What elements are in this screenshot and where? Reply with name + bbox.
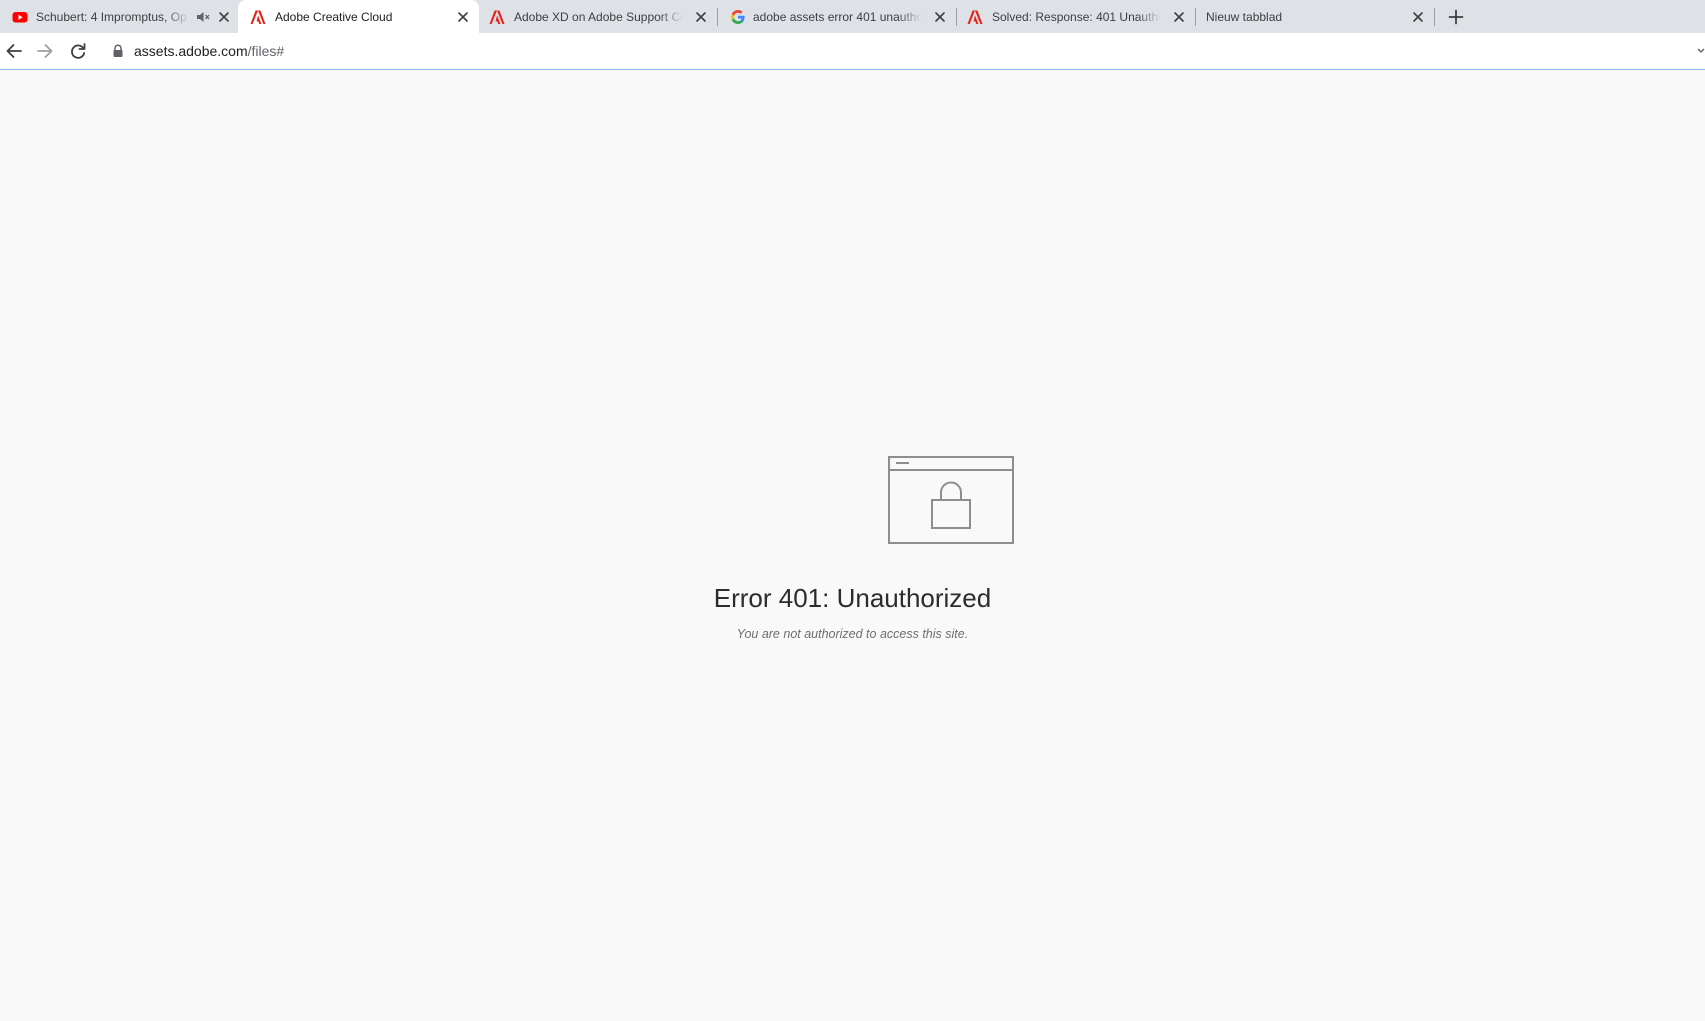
close-icon[interactable] xyxy=(1410,9,1426,25)
url-host: assets.adobe.com xyxy=(134,43,248,59)
reload-icon[interactable] xyxy=(67,40,89,62)
google-icon xyxy=(731,10,745,24)
url-path: /files# xyxy=(247,43,285,59)
tab-title: Nieuw tabblad xyxy=(1206,10,1283,24)
chevron-down-icon[interactable] xyxy=(1697,46,1705,56)
tab-adobe-xd-support[interactable]: Adobe XD on Adobe Support Community xyxy=(479,0,718,33)
tab-title: Adobe Creative Cloud xyxy=(275,10,393,24)
adobe-icon xyxy=(250,10,266,24)
locked-window-icon xyxy=(888,456,1014,544)
adobe-icon xyxy=(489,10,505,24)
tab-title: Solved: Response: 401 Unauthorized xyxy=(992,10,1160,24)
error-message: You are not authorized to access this si… xyxy=(736,627,969,641)
browser-toolbar: assets.adobe.com/files# xyxy=(0,33,1705,70)
tab-new-tab[interactable]: Nieuw tabblad xyxy=(1196,0,1435,33)
page-content: Error 401: Unauthorized You are not auth… xyxy=(0,70,1705,1021)
adobe-icon xyxy=(967,10,983,24)
tab-adobe-creative-cloud[interactable]: Adobe Creative Cloud xyxy=(238,0,479,33)
back-arrow-icon[interactable] xyxy=(3,40,25,62)
tab-title-fade xyxy=(898,6,922,28)
tab-title: Adobe XD on Adobe Support Community xyxy=(514,10,682,24)
tab-google-search[interactable]: adobe assets error 401 unauthorized xyxy=(718,0,957,33)
youtube-icon xyxy=(12,12,28,23)
new-tab-plus-icon[interactable] xyxy=(1446,7,1466,27)
tab-strip: Schubert: 4 Impromptus, Op. 90 Adobe Cre… xyxy=(0,0,1705,33)
close-icon[interactable] xyxy=(216,9,232,25)
close-icon[interactable] xyxy=(932,9,948,25)
error-title: Error 401: Unauthorized xyxy=(713,583,992,613)
speaker-muted-icon[interactable] xyxy=(196,9,210,25)
tab-title-fade xyxy=(659,6,683,28)
tab-youtube-schubert[interactable]: Schubert: 4 Impromptus, Op. 90 xyxy=(0,0,238,33)
tab-title-fade xyxy=(166,6,190,28)
url-text[interactable]: assets.adobe.com/files# xyxy=(134,43,284,59)
tab-solved-401[interactable]: Solved: Response: 401 Unauthorized xyxy=(957,0,1196,33)
lock-icon[interactable] xyxy=(112,44,124,58)
address-bar[interactable]: assets.adobe.com/files# xyxy=(102,36,1705,66)
tab-title: adobe assets error 401 unauthorized xyxy=(753,10,921,24)
close-icon[interactable] xyxy=(693,9,709,25)
tab-separator xyxy=(1434,8,1435,26)
close-icon[interactable] xyxy=(455,9,471,25)
close-icon[interactable] xyxy=(1171,9,1187,25)
forward-arrow-icon[interactable] xyxy=(34,40,56,62)
tab-title-fade xyxy=(1137,6,1161,28)
